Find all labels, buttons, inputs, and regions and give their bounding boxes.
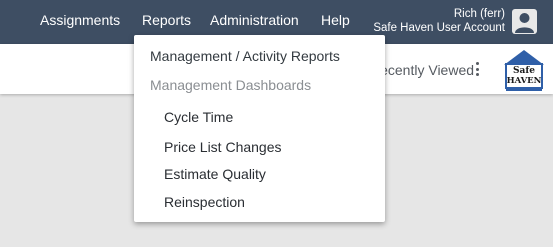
nav-reports[interactable]: Reports bbox=[142, 12, 191, 28]
person-icon bbox=[515, 13, 534, 33]
menu-header-management-activity[interactable]: Management / Activity Reports bbox=[150, 48, 340, 64]
menu-item-estimate-quality[interactable]: Estimate Quality bbox=[164, 166, 266, 182]
logo-line2: HAVEN bbox=[507, 76, 542, 86]
menu-item-cycle-time[interactable]: Cycle Time bbox=[164, 109, 233, 125]
reports-dropdown-menu: Management / Activity Reports Management… bbox=[134, 35, 385, 222]
nav-administration[interactable]: Administration bbox=[210, 12, 299, 28]
menu-item-reinspection[interactable]: Reinspection bbox=[164, 194, 245, 210]
nav-assignments[interactable]: Assignments bbox=[40, 12, 120, 28]
nav-help[interactable]: Help bbox=[321, 12, 350, 28]
menu-section-dashboards: Management Dashboards bbox=[150, 77, 312, 93]
user-avatar-icon[interactable] bbox=[512, 9, 537, 34]
recently-viewed-link[interactable]: Recently Viewed bbox=[370, 62, 480, 78]
user-account: Safe Haven User Account bbox=[373, 22, 505, 34]
user-info[interactable]: Rich (ferr) Safe Haven User Account bbox=[373, 7, 505, 35]
menu-item-price-list-changes[interactable]: Price List Changes bbox=[164, 139, 282, 155]
kebab-menu-icon[interactable] bbox=[474, 62, 480, 78]
logo-line1: Safe bbox=[513, 66, 535, 76]
user-name: Rich (ferr) bbox=[453, 8, 505, 20]
safe-haven-logo: Safe HAVEN bbox=[504, 50, 544, 91]
